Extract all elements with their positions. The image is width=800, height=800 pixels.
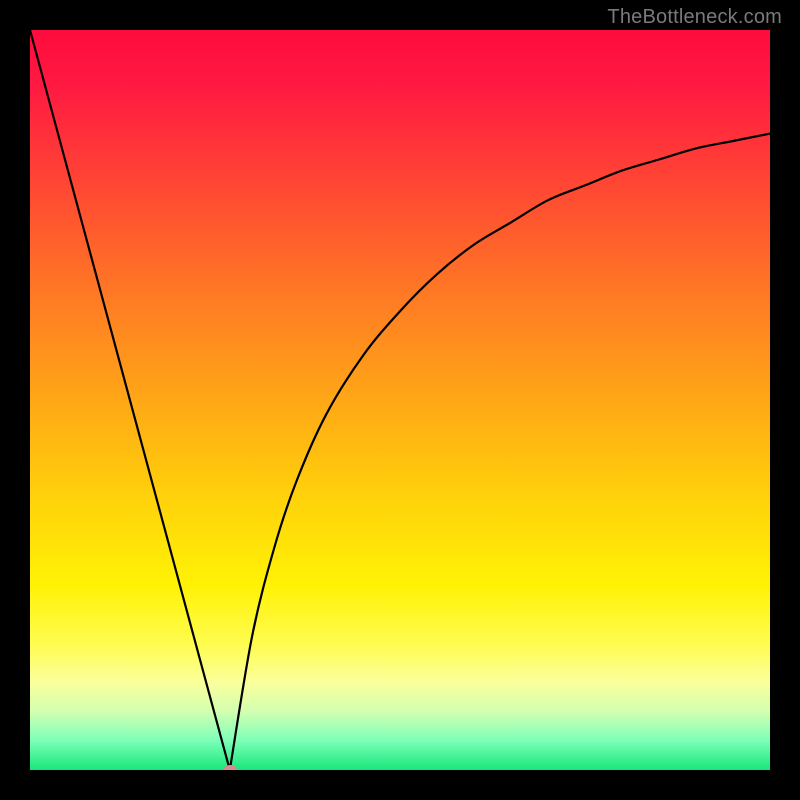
plot-area <box>30 30 770 770</box>
bottleneck-curve <box>30 30 770 770</box>
minimum-marker <box>223 765 237 770</box>
chart-frame: TheBottleneck.com <box>0 0 800 800</box>
watermark-text: TheBottleneck.com <box>607 6 782 29</box>
curve-path <box>30 30 770 770</box>
